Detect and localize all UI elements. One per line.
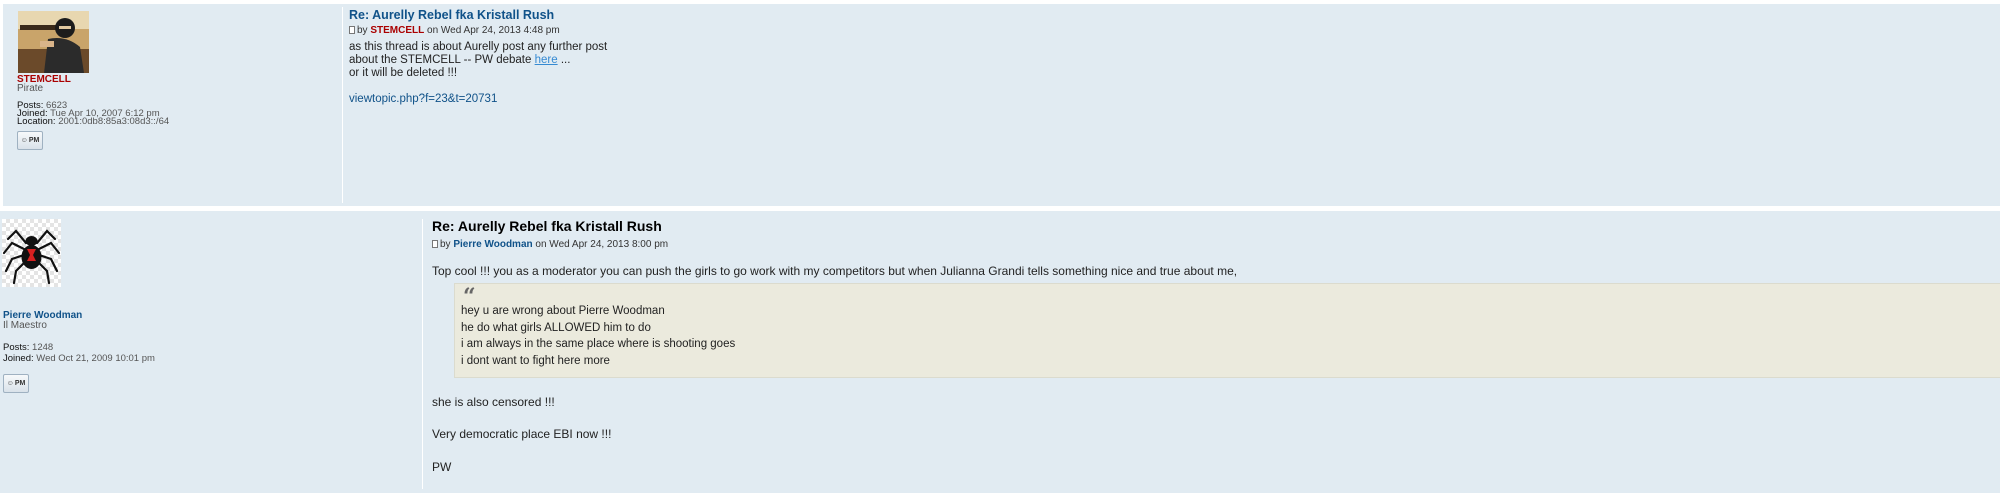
quote-block: “ hey u are wrong about Pierre Woodman h… (454, 283, 2000, 378)
post-signature: PW (432, 460, 452, 474)
user-icon: ☺ (6, 380, 14, 387)
post-body-line: she is also censored !!! (432, 395, 555, 409)
here-link[interactable]: here (535, 54, 558, 66)
post-body-line: Very democratic place EBI now !!! (432, 427, 612, 441)
spider-icon (2, 229, 61, 285)
post-body-line: or it will be deleted !!! (349, 67, 458, 79)
post-icon[interactable] (432, 240, 438, 248)
user-rank: Pirate (17, 83, 44, 94)
post-title[interactable]: Re: Aurelly Rebel fka Kristall Rush (432, 218, 662, 234)
post-title[interactable]: Re: Aurelly Rebel fka Kristall Rush (349, 8, 554, 22)
quote-line: i am always in the same place where is s… (461, 338, 736, 350)
pm-button[interactable]: ☺ PM (3, 374, 29, 393)
post-byline: by STEMCELL on Wed Apr 24, 2013 4:48 pm (349, 25, 560, 36)
avatar[interactable] (2, 219, 61, 287)
post-byline: by Pierre Woodman on Wed Apr 24, 2013 8:… (432, 239, 668, 250)
post-icon[interactable] (349, 26, 355, 34)
user-icon: ☺ (20, 137, 28, 144)
user-joined: Joined: Wed Oct 21, 2009 10:01 pm (3, 353, 155, 364)
user-posts: Posts: 1248 (3, 342, 54, 353)
post-pierre-woodman: Pierre Woodman Il Maestro Posts: 1248 Jo… (0, 211, 2000, 493)
user-rank: Il Maestro (3, 320, 47, 331)
post-author[interactable]: STEMCELL (370, 25, 424, 36)
quote-line: he do what girls ALLOWED him to do (461, 322, 651, 334)
post-stemcell: STEMCELL Pirate Posts: 6623 Joined: Tue … (3, 4, 2000, 206)
post-body-line: Top cool !!! you as a moderator you can … (432, 264, 1238, 278)
post-body-line: as this thread is about Aurelly post any… (349, 41, 608, 53)
post-author[interactable]: Pierre Woodman (453, 239, 532, 250)
viewtopic-link[interactable]: viewtopic.php?f=23&t=20731 (349, 93, 497, 105)
quote-line: hey u are wrong about Pierre Woodman (461, 305, 665, 317)
quote-line: i dont want to fight here more (461, 355, 610, 367)
post-body-line: about the STEMCELL -- PW debate here ... (349, 54, 571, 66)
post-divider (422, 219, 423, 489)
user-location: Location: 2001:0db8:85a3:08d3::/64 (17, 116, 170, 127)
post-divider (342, 7, 343, 203)
pm-button[interactable]: ☺ PM (17, 131, 43, 150)
avatar-image (18, 11, 89, 73)
avatar[interactable] (18, 11, 89, 73)
